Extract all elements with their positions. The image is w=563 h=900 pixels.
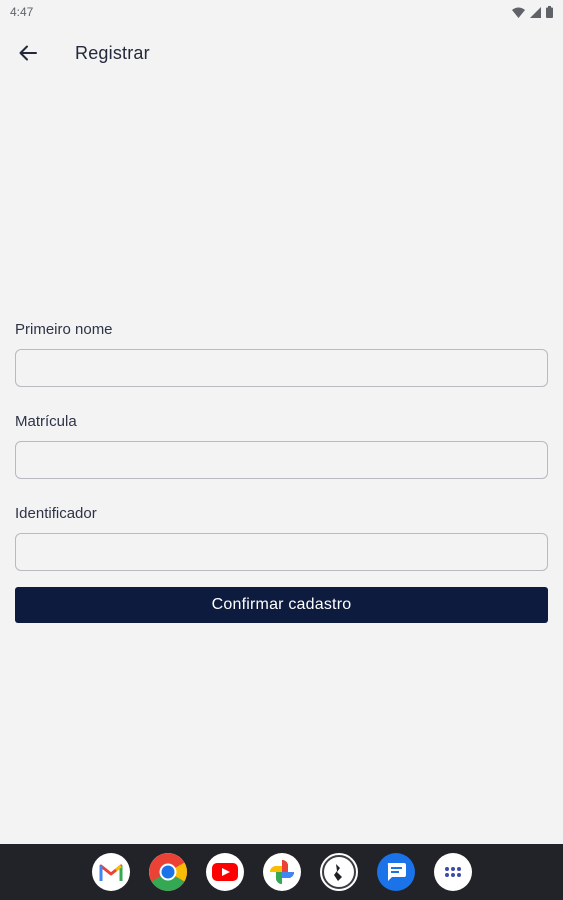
youtube-app[interactable] [205,853,244,891]
gmail-icon [99,864,122,881]
confirm-registration-button[interactable]: Confirmar cadastro [15,587,548,623]
photos-icon [269,860,294,884]
identifier-input[interactable] [15,533,548,571]
messages-app[interactable] [376,853,415,891]
chrome-app[interactable] [148,853,187,891]
arrow-back-icon [19,45,37,61]
dock [0,844,563,900]
wifi-icon [512,7,525,18]
page-title: Registrar [75,42,150,63]
first-name-label: Primeiro nome [15,321,113,338]
back-button[interactable] [8,33,48,73]
signal-icon [530,6,541,18]
gmail-app[interactable] [91,853,130,891]
photos-app[interactable] [262,853,301,891]
app-drawer-button[interactable] [433,853,472,891]
battery-icon [546,6,553,18]
status-time: 4:47 [10,5,34,19]
status-bar: 4:47 [0,0,563,24]
app-icon [323,857,354,887]
messages-icon [387,863,406,881]
chrome-icon [148,853,187,891]
custom-app[interactable] [319,853,358,891]
registration-form: Primeiro nome Matrícula Identificador Co… [15,320,548,623]
first-name-input[interactable] [15,349,548,387]
app-drawer-icon [444,867,461,877]
registration-label: Matrícula [15,413,77,430]
status-icons [512,6,553,18]
youtube-icon [211,863,238,881]
registration-input[interactable] [15,441,548,479]
identifier-label: Identificador [15,505,97,522]
app-bar: Registrar [0,28,563,78]
